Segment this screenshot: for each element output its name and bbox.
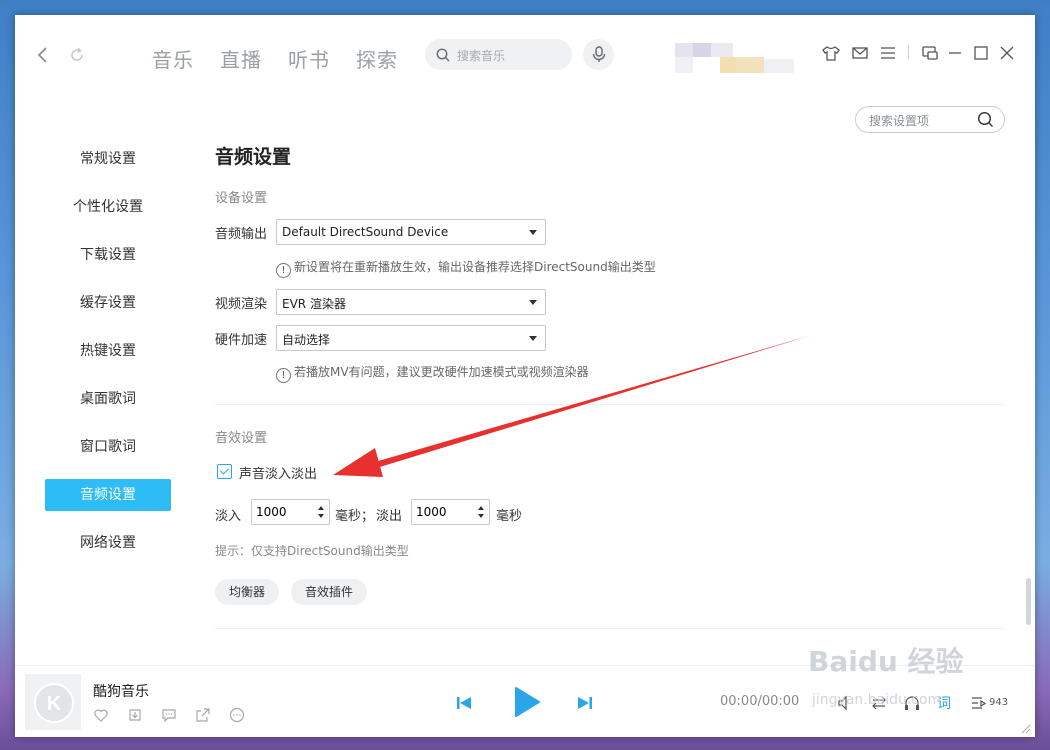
settings-search-placeholder: 搜索设置项: [869, 114, 930, 128]
svg-text:K: K: [47, 693, 62, 715]
info-icon: !: [276, 368, 291, 383]
mail-button[interactable]: [850, 43, 870, 63]
app-window: 音乐 直播 听书 探索 搜索音乐 搜索设置项 常规设置 个性化设置 下载设置 缓…: [15, 15, 1035, 737]
sidebar-item-audio[interactable]: 音频设置: [45, 479, 171, 511]
play-button[interactable]: [513, 686, 541, 718]
equalizer-button[interactable]: 均衡器: [215, 579, 279, 605]
mini-mode-button[interactable]: [920, 43, 940, 63]
fade-out-stepper[interactable]: 1000: [411, 499, 490, 525]
playlist-count: 943: [989, 697, 1009, 708]
chevron-left-icon: [37, 47, 47, 63]
output-hint-text: 新设置将在重新播放生效，输出设备推荐选择DirectSound输出类型: [294, 260, 656, 274]
settings-search-input[interactable]: 搜索设置项: [855, 106, 1005, 133]
search-icon: [436, 48, 450, 62]
sidebar-item-network[interactable]: 网络设置: [45, 527, 171, 559]
video-render-select[interactable]: EVR 渲染器: [276, 289, 546, 315]
previous-track-button[interactable]: [455, 694, 473, 712]
stepper-down-icon[interactable]: [318, 514, 324, 518]
page-title: 音频设置: [215, 146, 292, 168]
next-track-button[interactable]: [576, 694, 594, 712]
song-title: 酷狗音乐: [93, 684, 149, 700]
tab-live[interactable]: 直播: [220, 44, 262, 73]
annotation-arrow: [333, 335, 812, 477]
music-search-input[interactable]: 搜索音乐: [425, 39, 572, 70]
fade-out-value: 1000: [416, 505, 447, 519]
fade-out-label: 淡出: [376, 509, 403, 524]
support-tip: 提示：仅支持DirectSound输出类型: [215, 544, 409, 558]
playlist-icon[interactable]: [970, 695, 986, 711]
tab-explore[interactable]: 探索: [356, 44, 398, 73]
stepper-up-icon[interactable]: [478, 506, 484, 510]
video-render-value: EVR 渲染器: [282, 297, 346, 311]
tab-audiobook[interactable]: 听书: [288, 44, 330, 73]
watermark-url: jingyan.baidu.com: [812, 692, 942, 708]
refresh-icon: [71, 47, 83, 61]
title-bar: 音乐 直播 听书 探索 搜索音乐: [15, 15, 1035, 97]
sidebar-item-cache[interactable]: 缓存设置: [45, 287, 171, 319]
share-icon[interactable]: [195, 707, 211, 723]
dropdown-arrow-icon: [529, 300, 537, 305]
search-placeholder: 搜索音乐: [457, 49, 506, 63]
playback-time: 00:00/00:00: [720, 694, 800, 709]
user-avatar[interactable]: [675, 43, 795, 75]
audio-output-select[interactable]: Default DirectSound Device: [276, 219, 546, 245]
resize-grip-icon[interactable]: [1019, 722, 1031, 734]
sidebar-item-desktop-lyrics[interactable]: 桌面歌词: [45, 383, 171, 415]
sidebar-item-hotkeys[interactable]: 热键设置: [45, 335, 171, 367]
fade-in-unit: 毫秒；: [335, 509, 375, 524]
comment-icon[interactable]: [161, 707, 177, 723]
section-divider: [215, 628, 1005, 629]
fade-in-label: 淡入: [215, 509, 242, 524]
fade-out-unit: 毫秒: [496, 509, 523, 524]
audio-output-label: 音频输出: [215, 227, 268, 242]
refresh-button[interactable]: [67, 45, 87, 65]
stepper-down-icon[interactable]: [478, 514, 484, 518]
hw-accel-label: 硬件加速: [215, 333, 268, 348]
fade-in-stepper[interactable]: 1000: [251, 499, 330, 525]
sidebar-item-personalization[interactable]: 个性化设置: [45, 191, 171, 223]
more-icon[interactable]: [229, 707, 245, 723]
menu-button[interactable]: [878, 43, 898, 63]
fade-checkbox[interactable]: [217, 464, 232, 479]
fade-in-value: 1000: [256, 505, 287, 519]
kugou-logo-icon: K: [34, 683, 74, 723]
effect-section-label: 音效设置: [215, 431, 268, 446]
maximize-button[interactable]: [971, 43, 991, 63]
heart-icon[interactable]: [93, 707, 109, 723]
microphone-icon: [592, 46, 606, 62]
fade-checkbox-label[interactable]: 声音淡入淡出: [239, 463, 317, 482]
info-icon: !: [276, 263, 291, 278]
stepper-up-icon[interactable]: [318, 506, 324, 510]
output-hint: ! 新设置将在重新播放生效，输出设备推荐选择DirectSound输出类型: [276, 258, 656, 278]
album-cover[interactable]: K: [25, 674, 81, 730]
sound-effect-plugin-button[interactable]: 音效插件: [291, 579, 367, 605]
audio-output-value: Default DirectSound Device: [282, 225, 449, 239]
dropdown-arrow-icon: [529, 230, 537, 235]
back-button[interactable]: [33, 45, 53, 65]
skin-button[interactable]: [821, 43, 841, 63]
hw-accel-value: 自动选择: [282, 333, 331, 347]
device-section-label: 设备设置: [215, 191, 268, 206]
title-separator: [908, 45, 909, 59]
download-icon[interactable]: [127, 707, 143, 723]
video-render-label: 视频渲染: [215, 297, 268, 312]
search-icon: [977, 111, 993, 127]
voice-search-button[interactable]: [583, 39, 614, 70]
close-button[interactable]: [997, 43, 1017, 63]
minimize-button[interactable]: [945, 43, 965, 63]
sidebar-item-general[interactable]: 常规设置: [45, 143, 171, 175]
tab-music[interactable]: 音乐: [152, 44, 194, 73]
watermark-brand: Baidu 经验: [808, 645, 964, 678]
content-scrollbar[interactable]: [1026, 578, 1031, 625]
sidebar-item-window-lyrics[interactable]: 窗口歌词: [45, 431, 171, 463]
sidebar-item-download[interactable]: 下载设置: [45, 239, 171, 271]
